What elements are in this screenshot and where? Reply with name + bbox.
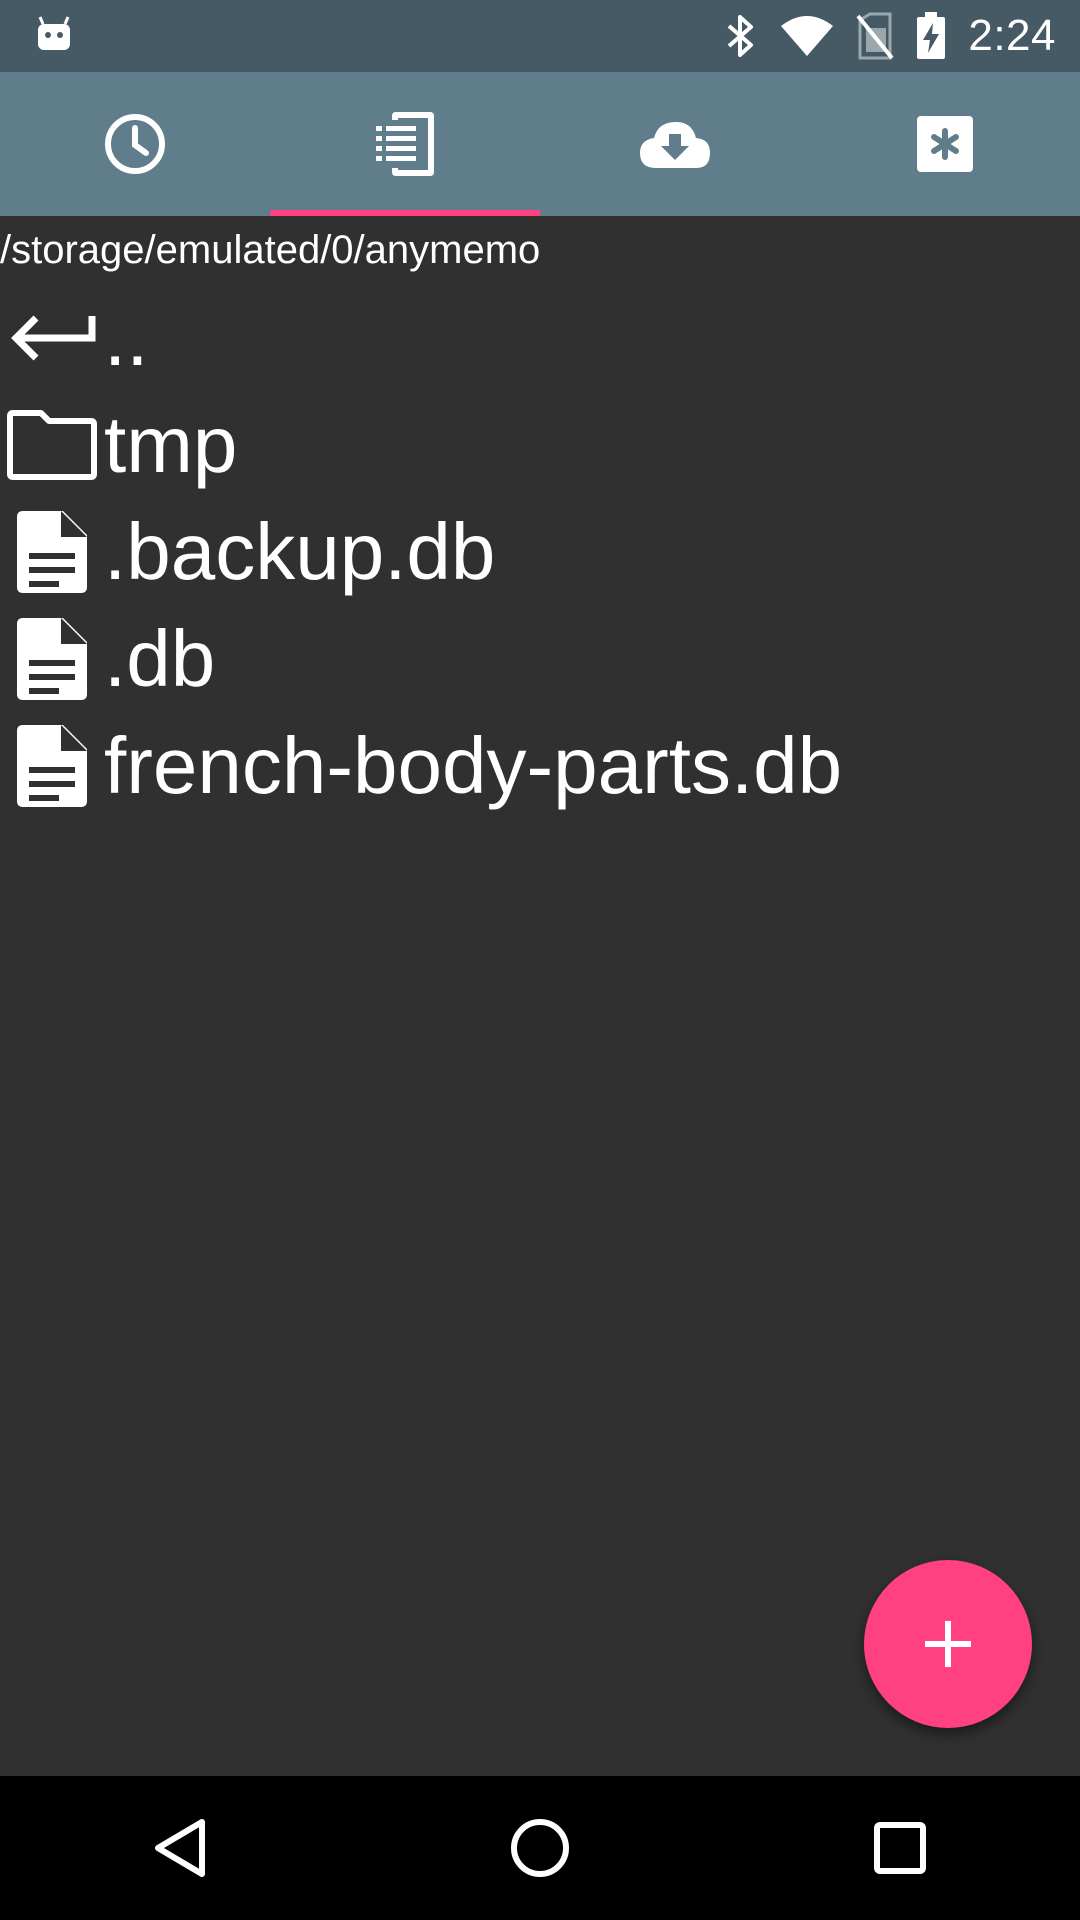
list-item-name: french-body-parts.db (104, 721, 843, 810)
add-button[interactable] (864, 1560, 1032, 1728)
cloud-download-icon (640, 122, 710, 168)
android-notification-icon (38, 16, 70, 50)
system-nav-bar (0, 1776, 1080, 1920)
tab-misc[interactable] (810, 72, 1080, 216)
bluetooth-icon (728, 15, 754, 57)
tab-bar (0, 72, 1080, 216)
back-arrow-icon (11, 315, 96, 360)
file-list: .. tmp .backup.db .db french-body-parts.… (0, 284, 1080, 819)
nav-home-button[interactable] (460, 1776, 620, 1920)
list-item-parent-directory[interactable]: .. (0, 284, 1080, 391)
nav-recents-button[interactable] (820, 1776, 980, 1920)
wifi-icon (781, 16, 834, 56)
status-bar: 2:24 (0, 0, 1080, 72)
plus-icon (925, 1621, 971, 1667)
clock-icon (105, 114, 165, 174)
document-icon (17, 724, 87, 807)
list-item-name: .backup.db (104, 507, 496, 596)
tab-device-files[interactable] (270, 72, 540, 216)
list-item-name: .. (104, 293, 149, 382)
device-files-icon (376, 112, 434, 176)
list-item-file[interactable]: french-body-parts.db (0, 712, 1080, 819)
list-item-folder[interactable]: tmp (0, 391, 1080, 498)
tab-recent[interactable] (0, 72, 270, 216)
file-browser: /storage/emulated/0/anymemo .. tmp .back… (0, 216, 1080, 1776)
recents-square-icon (874, 1822, 926, 1874)
nav-back-button[interactable] (100, 1776, 260, 1920)
list-item-file[interactable]: .db (0, 605, 1080, 712)
no-sim-icon (856, 12, 894, 60)
tab-download[interactable] (540, 72, 810, 216)
home-circle-icon (511, 1819, 569, 1877)
status-time: 2:24 (968, 11, 1056, 60)
current-path: /storage/emulated/0/anymemo (0, 228, 541, 272)
folder-icon (7, 409, 97, 480)
misc-asterisk-icon (917, 116, 973, 172)
document-icon (17, 617, 87, 700)
document-icon (17, 510, 87, 593)
back-triangle-icon (155, 1819, 205, 1877)
list-item-name: .db (104, 614, 216, 703)
list-item-name: tmp (104, 400, 238, 489)
battery-charging-icon (917, 12, 946, 59)
list-item-file[interactable]: .backup.db (0, 498, 1080, 605)
